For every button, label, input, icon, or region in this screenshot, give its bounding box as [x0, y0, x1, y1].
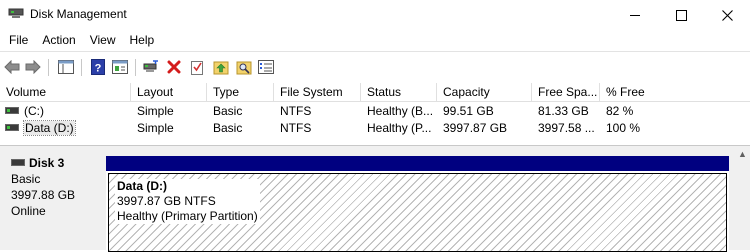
column-header-percent-free[interactable]: % Free	[600, 83, 750, 101]
partition-info: Data (D:) 3997.87 GB NTFS Healthy (Prima…	[115, 179, 260, 224]
menu-help[interactable]: Help	[123, 30, 162, 51]
search-folder-icon[interactable]	[236, 59, 252, 75]
disk-size: 3997.88 GB	[11, 188, 76, 202]
disk-icon	[11, 159, 25, 167]
partition-block[interactable]: Data (D:) 3997.87 GB NTFS Healthy (Prima…	[106, 156, 729, 252]
partition-bar	[106, 156, 729, 171]
back-icon[interactable]	[4, 59, 20, 75]
volume-list: Volume Layout Type File System Status Ca…	[0, 83, 750, 145]
properties-icon[interactable]	[112, 59, 128, 75]
partition-size: 3997.87 GB NTFS	[117, 194, 216, 208]
close-button[interactable]	[704, 0, 750, 30]
toolbar-separator	[48, 59, 49, 76]
free-space-cell: 3997.58 ...	[538, 121, 595, 135]
delete-icon[interactable]	[166, 59, 182, 75]
partition-status: Healthy (Primary Partition)	[117, 209, 258, 223]
menu-view[interactable]: View	[83, 30, 123, 51]
column-header-type[interactable]: Type	[207, 83, 274, 101]
disk-status: Online	[11, 204, 46, 218]
table-row[interactable]: Data (D:) Simple Basic NTFS Healthy (P..…	[0, 120, 750, 137]
column-header-volume[interactable]: Volume	[0, 83, 131, 101]
partition-body[interactable]: Data (D:) 3997.87 GB NTFS Healthy (Prima…	[108, 173, 727, 252]
toolbar-separator	[135, 59, 136, 76]
close-icon	[721, 9, 733, 21]
disk-graphical-view: Disk 3 Basic 3997.88 GB Online Data (D:)…	[0, 145, 750, 252]
disk-name: Disk 3	[11, 156, 64, 170]
list-icon[interactable]	[258, 59, 274, 75]
status-cell: Healthy (P...	[367, 121, 432, 135]
layout-cell: Simple	[137, 121, 174, 135]
column-header-capacity[interactable]: Capacity	[437, 83, 532, 101]
volume-icon	[5, 124, 19, 132]
table-row[interactable]: (C:) Simple Basic NTFS Healthy (B... 99.…	[0, 103, 750, 120]
percent-free-cell: 82 %	[606, 104, 634, 118]
column-header-status[interactable]: Status	[361, 83, 437, 101]
column-header-file-system[interactable]: File System	[274, 83, 361, 101]
maximize-icon	[675, 9, 687, 21]
title-bar: Disk Management	[0, 0, 750, 30]
free-space-cell: 81.33 GB	[538, 104, 589, 118]
status-cell: Healthy (B...	[367, 104, 434, 118]
vertical-scrollbar[interactable]: ▲	[735, 146, 750, 250]
percent-free-cell: 100 %	[606, 121, 641, 135]
column-header-layout[interactable]: Layout	[131, 83, 207, 101]
window-title: Disk Management	[30, 7, 127, 21]
help-icon[interactable]: ?	[90, 59, 106, 75]
volume-icon	[5, 107, 19, 115]
forward-icon[interactable]	[25, 59, 41, 75]
volume-cell: (C:)	[0, 103, 131, 120]
type-cell: Basic	[213, 104, 243, 118]
toolbar: ?	[0, 51, 750, 84]
disk-info-panel[interactable]: Disk 3 Basic 3997.88 GB Online	[4, 151, 104, 250]
up-arrow-folder-icon[interactable]	[213, 59, 229, 75]
menu-bar: File Action View Help	[0, 30, 750, 51]
type-cell: Basic	[213, 121, 243, 135]
console-tree-icon[interactable]	[58, 59, 74, 75]
capacity-cell: 3997.87 GB	[443, 121, 508, 135]
column-header-free-space[interactable]: Free Spa...	[532, 83, 600, 101]
volume-list-header: Volume Layout Type File System Status Ca…	[0, 83, 750, 102]
capacity-cell: 99.51 GB	[443, 104, 494, 118]
minimize-icon	[630, 14, 640, 16]
maximize-button[interactable]	[658, 0, 704, 30]
check-icon[interactable]	[189, 59, 205, 75]
toolbar-separator	[81, 59, 82, 76]
disk-management-app-icon	[8, 7, 24, 21]
volume-cell: Data (D:)	[0, 120, 131, 137]
file-system-cell: NTFS	[280, 104, 312, 118]
minimize-button[interactable]	[612, 0, 658, 30]
file-system-cell: NTFS	[280, 121, 312, 135]
svg-text:?: ?	[95, 63, 102, 75]
menu-file[interactable]: File	[2, 30, 35, 51]
connect-icon[interactable]	[143, 59, 159, 75]
menu-action[interactable]: Action	[35, 30, 82, 51]
layout-cell: Simple	[137, 104, 174, 118]
scroll-up-arrow-icon[interactable]: ▲	[735, 146, 750, 161]
disk-type: Basic	[11, 172, 41, 186]
partition-name: Data (D:)	[117, 179, 167, 193]
